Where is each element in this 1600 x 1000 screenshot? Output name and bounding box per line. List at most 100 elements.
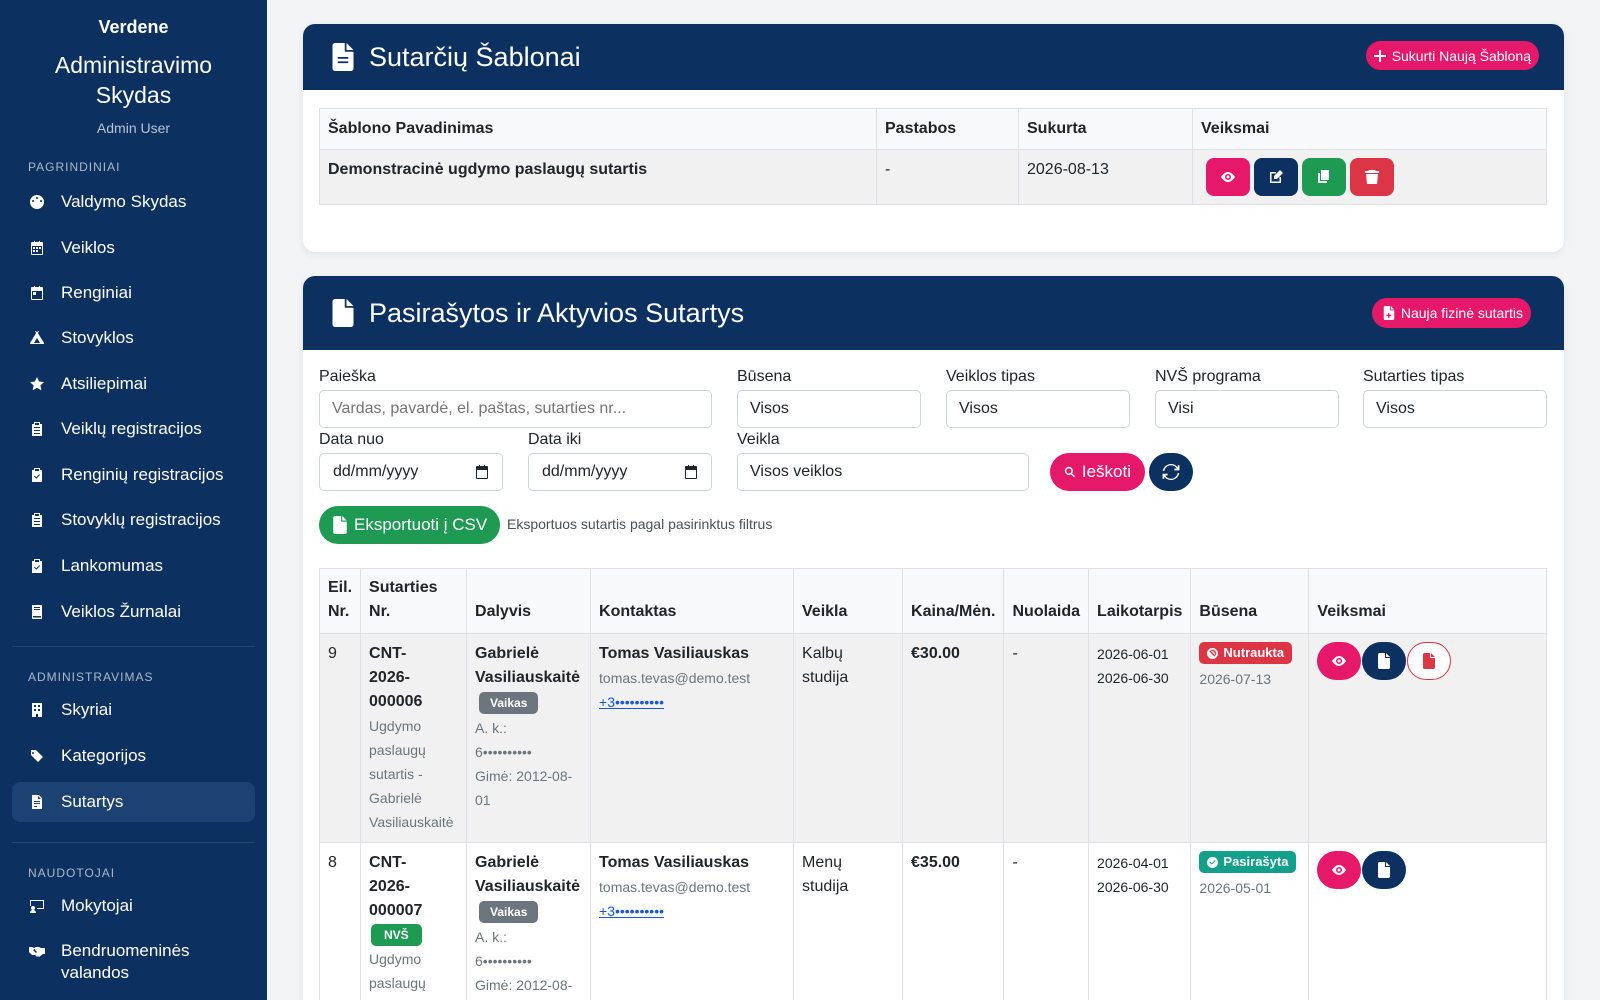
sidebar-item-departments[interactable]: Skyriai (12, 690, 255, 730)
date-from-input[interactable]: dd/mm/yyyy (319, 453, 503, 491)
view-template-button[interactable] (1206, 158, 1250, 196)
contracts-card: Pasirašytos ir Aktyvios Sutartys Nauja f… (303, 276, 1564, 1000)
status-badge: Nutraukta (1199, 642, 1293, 664)
status-cell: Pasirašyta 2026-05-01 (1190, 842, 1310, 1000)
sidebar-item-teachers[interactable]: Mokytojai (12, 886, 255, 926)
col-participant: Dalyvis (466, 568, 592, 634)
templates-title: Sutarčių Šablonai (369, 41, 581, 72)
contract-no-cell: CNT- 2026- 000006 Ugdymo paslaugų sutartis -… (360, 633, 468, 843)
calendar-icon (28, 239, 46, 257)
file-pdf-icon (1423, 653, 1436, 669)
building-icon (28, 701, 46, 719)
templates-card: Sutarčių Šablonai Sukurti Naują Šabloną … (303, 24, 1564, 252)
export-csv-button[interactable]: Eksportuoti į CSV (319, 506, 501, 544)
nvs-badge: NVŠ (371, 924, 422, 946)
col-contract-no: Sutarties Nr. (360, 568, 468, 634)
contracts-title: Pasirašytos ir Aktyvios Sutartys (369, 297, 745, 328)
contract-type-label: Sutarties tipas (1363, 368, 1465, 385)
col-activity: Veikla (793, 568, 904, 634)
contact-name: Tomas Vasiliauskas (599, 645, 750, 662)
sidebar-item-attendance[interactable]: Lankomumas (12, 546, 255, 586)
contract-number: CNT- 2026- 000006 (369, 645, 423, 710)
delete-template-button[interactable] (1350, 158, 1394, 196)
reset-filters-button[interactable] (1149, 453, 1193, 491)
participant-name: Gabrielė Vasiliauskaitė (475, 645, 580, 686)
col-status: Būsena (1190, 568, 1310, 634)
sidebar-item-contracts[interactable]: Sutartys (12, 782, 255, 822)
sidebar-item-label: Kategorijos (61, 746, 147, 765)
activity-type-select[interactable]: Visos (946, 390, 1130, 428)
void-pdf-button[interactable] (1407, 642, 1452, 680)
search-button[interactable]: Ieškoti (1050, 453, 1145, 491)
sidebar-divider (12, 842, 255, 843)
nvs-program-select[interactable]: Visi (1155, 390, 1339, 428)
row-no: 8 (318, 842, 362, 1000)
sidebar-item-event-regs[interactable]: Renginių registracijos (12, 455, 255, 495)
price-cell: €30.00 (902, 633, 1005, 843)
ban-icon (1207, 647, 1219, 659)
calendar-icon (685, 465, 697, 479)
file-csv-icon (333, 516, 347, 534)
view-contract-button[interactable] (1317, 642, 1362, 680)
new-physical-contract-label: Nauja fizinė sutartis (1400, 305, 1523, 321)
sidebar-item-camps[interactable]: Stovyklos (12, 318, 255, 358)
sidebar-item-label: Atsiliepimai (61, 374, 147, 393)
contract-no-cell: CNT- 2026- 000007 NVŠ Ugdymo paslaugų (360, 842, 468, 1000)
activity-select[interactable]: Visos veiklos (737, 453, 1029, 491)
copy-template-button[interactable] (1302, 158, 1346, 196)
date-to-input[interactable]: dd/mm/yyyy (528, 453, 712, 491)
sidebar-item-dashboard[interactable]: Valdymo Skydas (12, 182, 255, 222)
download-pdf-button[interactable] (1362, 851, 1407, 889)
contract-type-select[interactable]: Visos (1363, 390, 1547, 428)
export-csv-label: Eksportuoti į CSV (354, 515, 488, 534)
sidebar-user: Admin User (96, 120, 171, 136)
sidebar-item-label: Veiklų registracijos (61, 419, 202, 438)
col-contact: Kontaktas (590, 568, 795, 634)
sidebar-item-label: Renginiai (61, 283, 132, 302)
sidebar-item-events[interactable]: Renginiai (12, 273, 255, 313)
col-price: Kaina/Mėn. (902, 568, 1005, 634)
new-physical-contract-button[interactable]: Nauja fizinė sutartis (1371, 298, 1531, 328)
file-contract-icon (28, 793, 46, 811)
status-select[interactable]: Visos (737, 390, 921, 428)
status-label: Būsena (737, 368, 792, 385)
sidebar-item-reviews[interactable]: Atsiliepimai (12, 364, 255, 404)
clipboard-check-icon (28, 557, 46, 575)
table-row: 8 CNT- 2026- 000007 NVŠ Ugdymo paslaugų Gab… (318, 842, 1547, 1000)
tags-icon (28, 747, 46, 765)
status-badge: Pasirašyta (1199, 851, 1297, 873)
sidebar-item-journals[interactable]: Veiklos Žurnalai (12, 592, 255, 632)
edit-template-button[interactable] (1254, 158, 1298, 196)
table-row: Demonstracinė ugdymo paslaugų sutartis -… (319, 149, 1547, 205)
date-to-value: dd/mm/yyyy (542, 463, 628, 480)
brand-name: Verdene (98, 17, 169, 37)
handshake-icon (28, 942, 46, 960)
status-date: 2026-05-01 (1199, 879, 1272, 896)
create-template-label: Sukurti Naują Šabloną (1391, 47, 1531, 64)
sidebar-item-community[interactable]: Bendruomeninės valandos (12, 932, 255, 984)
col-actions: Veiksmai (1308, 568, 1547, 634)
search-label: Paieška (319, 368, 376, 385)
export-note: Eksportuos sutartis pagal pasirinktus fi… (507, 516, 773, 532)
search-input[interactable] (319, 390, 712, 428)
sidebar-item-categories[interactable]: Kategorijos (12, 736, 255, 776)
download-pdf-button[interactable] (1362, 642, 1407, 680)
activity-label: Veikla (737, 431, 780, 448)
contact-email: tomas.tevas@demo.test (599, 879, 751, 895)
contact-phone-link[interactable]: +3•••••••••• (599, 690, 785, 714)
contact-phone-link[interactable]: +3•••••••••• (599, 899, 785, 923)
sidebar-item-label: Mokytojai (61, 896, 133, 915)
sidebar-item-activity-regs[interactable]: Veiklų registracijos (12, 409, 255, 449)
section-users: NAUDOTOJAI (28, 866, 116, 880)
actions-cell (1308, 633, 1547, 843)
sidebar-title: Administravimo Skydas (54, 52, 213, 108)
trash-icon (1365, 170, 1379, 184)
eye-icon (1332, 656, 1347, 666)
view-contract-button[interactable] (1317, 851, 1362, 889)
sidebar: Verdene Administravimo Skydas Admin User… (0, 0, 267, 1000)
create-template-button[interactable]: Sukurti Naują Šabloną (1365, 41, 1539, 70)
sidebar-item-activities[interactable]: Veiklos (12, 228, 255, 268)
sidebar-item-label: Renginių registracijos (61, 465, 224, 484)
campground-icon (28, 329, 46, 347)
sidebar-item-camp-regs[interactable]: Stovyklų registracijos (12, 500, 255, 540)
